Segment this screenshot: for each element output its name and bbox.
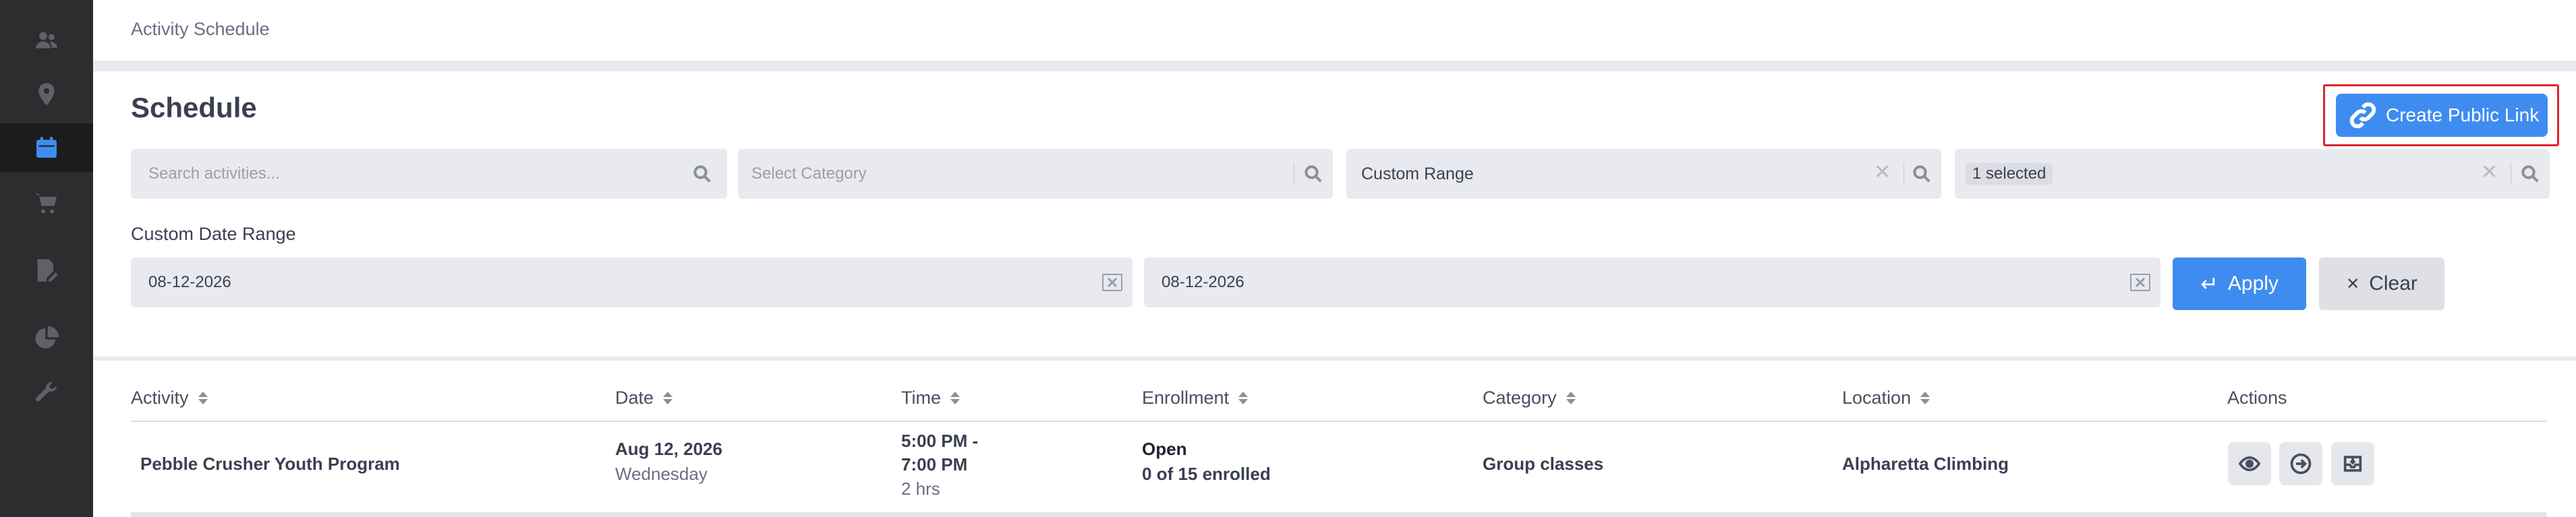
calendar-icon xyxy=(36,137,57,158)
search-icon[interactable] xyxy=(2520,164,2540,184)
create-public-link-label: Create Public Link xyxy=(2386,104,2540,125)
sidebar xyxy=(0,0,93,517)
clear-icon[interactable]: ✕ xyxy=(1874,160,1891,184)
row-category: Group classes xyxy=(1483,454,1604,474)
search-placeholder: Search activities... xyxy=(148,164,280,183)
enrollment-count: 0 of 15 enrolled xyxy=(1142,464,1271,484)
end-date-field[interactable] xyxy=(1144,257,2160,307)
apply-button[interactable]: ↵ Apply xyxy=(2173,257,2306,310)
top-bar: Activity Schedule xyxy=(93,0,2576,61)
users-icon xyxy=(36,32,57,49)
sidebar-item-reports[interactable] xyxy=(0,314,93,363)
column-header-activity[interactable]: Activity xyxy=(131,388,208,408)
date-range-value: Custom Range xyxy=(1361,164,1474,183)
end-date-input[interactable] xyxy=(1144,257,2160,307)
main-content: Activity Schedule Schedule Create Public… xyxy=(93,0,2576,517)
column-header-date[interactable]: Date xyxy=(615,388,673,408)
view-button[interactable] xyxy=(2228,442,2271,485)
column-header-category[interactable]: Category xyxy=(1483,388,1576,408)
search-icon[interactable] xyxy=(1303,164,1323,184)
document-edit-icon xyxy=(37,259,58,282)
sort-icon xyxy=(663,392,673,404)
pie-chart-icon xyxy=(35,326,59,348)
sidebar-item-shop[interactable] xyxy=(0,179,93,228)
activity-name[interactable]: Pebble Crusher Youth Program xyxy=(140,452,400,476)
row-duration: 2 hrs xyxy=(901,479,940,499)
search-icon[interactable] xyxy=(692,164,712,184)
enrollment-status: Open xyxy=(1142,439,1187,459)
column-header-actions: Actions xyxy=(2227,388,2287,408)
sidebar-item-forms[interactable] xyxy=(0,246,93,295)
check-in-button[interactable] xyxy=(2279,442,2322,485)
wrench-icon xyxy=(36,382,57,402)
clear-label: Clear xyxy=(2369,272,2417,295)
clear-date-icon[interactable] xyxy=(1102,274,1122,291)
cart-icon xyxy=(35,193,57,214)
sort-icon xyxy=(198,392,208,404)
row-weekday: Wednesday xyxy=(615,464,708,484)
header-divider xyxy=(131,421,2547,422)
enter-icon: ↵ xyxy=(2200,272,2219,296)
category-placeholder: Select Category xyxy=(751,164,867,183)
selected-chip: 1 selected xyxy=(1966,163,2053,185)
sort-icon xyxy=(1238,392,1249,404)
eye-icon xyxy=(2238,456,2261,472)
clear-button[interactable]: ✕ Clear xyxy=(2319,257,2444,310)
breadcrumb: Activity Schedule xyxy=(131,19,270,39)
clear-date-icon[interactable] xyxy=(2130,274,2150,291)
inbox-button[interactable] xyxy=(2331,442,2374,485)
schedule-table: Activity Date Time Enrollment Category L… xyxy=(93,361,2576,517)
row-time-start: 5:00 PM - xyxy=(901,431,979,451)
sidebar-item-locations[interactable] xyxy=(0,70,93,119)
location-select[interactable]: 1 selected ✕ xyxy=(1955,149,2550,199)
sign-in-icon xyxy=(2290,453,2312,475)
row-date: Aug 12, 2026 xyxy=(615,439,722,459)
sort-icon xyxy=(1920,392,1930,404)
column-header-enrollment[interactable]: Enrollment xyxy=(1142,388,1249,408)
row-time-end: 7:00 PM xyxy=(901,454,968,475)
location-pin-icon xyxy=(38,83,55,106)
filter-panel: Schedule Create Public Link Search activ… xyxy=(93,71,2576,357)
start-date-field[interactable] xyxy=(131,257,1133,307)
apply-label: Apply xyxy=(2227,272,2279,295)
search-icon[interactable] xyxy=(1912,164,1932,184)
sidebar-item-schedule[interactable] xyxy=(0,123,93,172)
column-header-location[interactable]: Location xyxy=(1842,388,1930,408)
search-activities-field[interactable]: Search activities... xyxy=(131,149,727,199)
sidebar-item-users[interactable] xyxy=(0,16,93,65)
sidebar-item-settings[interactable] xyxy=(0,368,93,417)
sort-icon xyxy=(950,392,960,404)
create-public-link-button[interactable]: Create Public Link xyxy=(2336,94,2548,137)
inbox-icon xyxy=(2343,456,2362,472)
category-select[interactable]: Select Category xyxy=(738,149,1333,199)
column-header-time[interactable]: Time xyxy=(901,388,960,408)
date-range-select[interactable]: Custom Range ✕ xyxy=(1346,149,1941,199)
sort-icon xyxy=(1566,392,1576,404)
start-date-input[interactable] xyxy=(131,257,1133,307)
row-location: Alpharetta Climbing xyxy=(1842,454,2009,474)
row-divider xyxy=(131,512,2547,517)
clear-icon[interactable]: ✕ xyxy=(2481,160,2498,184)
custom-date-range-label: Custom Date Range xyxy=(131,224,296,244)
page-title: Schedule xyxy=(131,92,257,123)
link-icon xyxy=(2349,102,2376,129)
close-icon: ✕ xyxy=(2346,274,2360,293)
